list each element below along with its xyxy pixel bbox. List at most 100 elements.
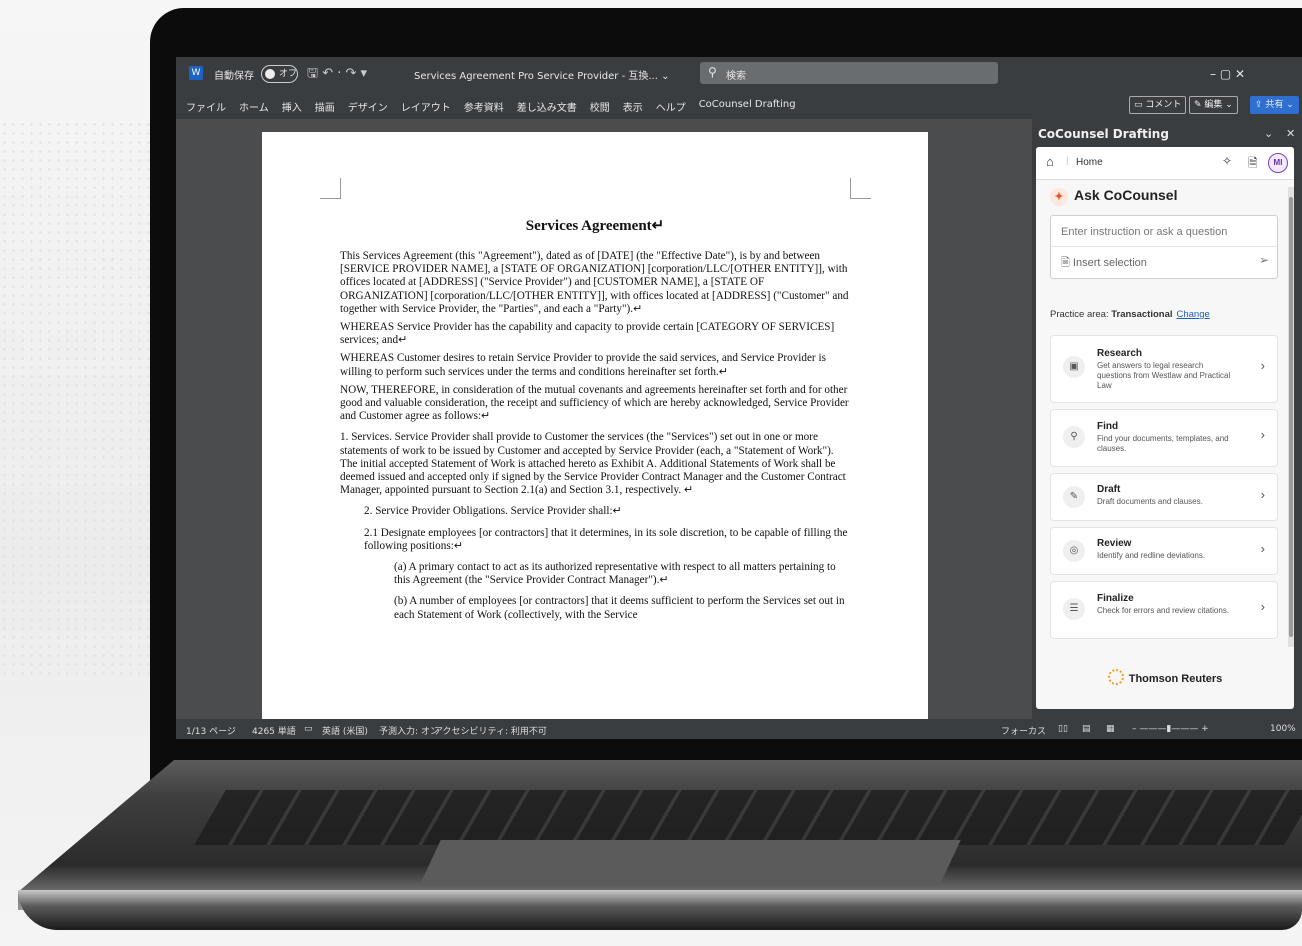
edit-label: 編集 ⌄ (1204, 100, 1233, 110)
search-box[interactable]: ⚲ 検索 (700, 62, 998, 84)
finalize-card[interactable]: ☰ Finalize Check for errors and review c… (1050, 581, 1278, 639)
scrollbar-thumb[interactable] (1289, 197, 1293, 637)
text-prediction[interactable]: 予測入力: オン (379, 724, 439, 737)
card-title: Finalize (1097, 593, 1134, 604)
card-title: Draft (1097, 484, 1121, 495)
paragraph: WHEREAS Customer desires to retain Servi… (340, 352, 826, 378)
ask-cocounsel-heading: ✦ Ask CoCounsel (1050, 187, 1177, 206)
clause-2-1-a: (a) A primary contact to act as its auth… (394, 561, 836, 587)
zoom-level[interactable]: 100% (1270, 724, 1296, 734)
tab-insert[interactable]: 挿入 (282, 99, 302, 114)
brand-name: Thomson Reuters (1128, 673, 1223, 685)
card-title: Research (1097, 348, 1143, 359)
tab-design[interactable]: デザイン (348, 99, 388, 114)
card-description: Identify and redline deviations. (1097, 551, 1206, 560)
change-practice-link[interactable]: Change (1177, 309, 1210, 320)
zoom-slider[interactable]: – ———▮——— + (1132, 724, 1209, 734)
laptop-rim (18, 890, 1302, 930)
clause-2-1: 2.1 Designate employees [or contractors]… (364, 526, 848, 552)
tab-help[interactable]: ヘルプ (656, 99, 686, 114)
cocounsel-pane: CoCounsel Drafting ⌄ ✕ ⌂ | Home ✧ 🗎 MI ✦… (1032, 119, 1302, 719)
chevron-right-icon: › (1260, 427, 1265, 442)
clause-1: 1. Services. Service Provider shall prov… (340, 431, 846, 497)
instruction-placeholder: Enter instruction or ask a question (1061, 226, 1228, 238)
card-description: Get answers to legal research questions … (1097, 361, 1231, 390)
tab-references[interactable]: 参考資料 (464, 99, 504, 114)
search-icon: ⚲ (1063, 426, 1085, 448)
tab-draw[interactable]: 描画 (315, 99, 335, 114)
edit-icon: ✎ (1063, 486, 1085, 508)
tab-home[interactable]: ホーム (239, 99, 269, 114)
pencil-icon: ✎ (1194, 100, 1205, 110)
window-controls[interactable]: – ▢ ✕ (1210, 67, 1245, 81)
tab-view[interactable]: 表示 (623, 99, 643, 114)
proofing-icon[interactable]: ▭ (304, 724, 313, 734)
web-layout-icon[interactable]: ▦ (1106, 724, 1115, 734)
checklist-icon: ☰ (1063, 598, 1085, 620)
print-layout-icon[interactable]: ▤ (1082, 724, 1091, 734)
chevron-down-icon[interactable]: ⌄ (1264, 127, 1273, 140)
search-placeholder: 検索 (726, 71, 746, 82)
insert-selection-button[interactable]: 🗎 Insert selection (1061, 254, 1147, 273)
quick-access-toolbar[interactable]: 🖫 ↶ · ↷ ▾ (307, 64, 367, 86)
document-page[interactable]: Services Agreement↵ This Services Agreem… (262, 132, 928, 732)
comment-button[interactable]: ▭ コメント (1129, 96, 1187, 114)
document-icon[interactable]: 🗎 (1248, 154, 1258, 175)
tab-file[interactable]: ファイル (186, 99, 226, 114)
language-indicator[interactable]: 英語 (米国) (322, 724, 368, 737)
laptop-screen: W 自動保存 オフ 🖫 ↶ · ↷ ▾ Services Agreement P… (176, 57, 1302, 739)
document-body: This Services Agreement (this "Agreement… (340, 250, 852, 627)
sparkle-icon[interactable]: ✧ (1222, 154, 1232, 168)
home-link[interactable]: Home (1076, 157, 1103, 168)
pane-body: ⌂ | Home ✧ 🗎 MI ✦ Ask CoCounsel Enter ins… (1036, 147, 1294, 709)
research-card[interactable]: ▣ Research Get answers to legal research… (1050, 335, 1278, 403)
card-description: Check for errors and review citations. (1097, 606, 1230, 615)
pane-scrollbar[interactable] (1288, 187, 1294, 647)
tab-layout[interactable]: レイアウト (401, 99, 451, 114)
avatar[interactable]: MI (1268, 153, 1288, 173)
margin-mark (320, 178, 341, 199)
share-label: 共有 ⌄ (1265, 100, 1294, 110)
autosave-label: 自動保存 (214, 71, 254, 82)
thomson-reuters-icon (1107, 669, 1124, 685)
edit-button[interactable]: ✎ 編集 ⌄ (1189, 96, 1238, 114)
practice-area: Practice area: Transactional Change (1050, 309, 1210, 320)
word-count[interactable]: 4265 単語 (252, 724, 296, 737)
tab-mailings[interactable]: 差し込み文書 (517, 99, 577, 114)
instruction-input[interactable]: Enter instruction or ask a question 🗎 In… (1050, 215, 1278, 279)
read-mode-icon[interactable]: ▯▯ (1058, 724, 1068, 734)
paragraph: WHEREAS Service Provider has the capabil… (340, 321, 835, 347)
comment-icon: ▭ (1134, 100, 1146, 110)
home-icon[interactable]: ⌂ (1046, 154, 1054, 169)
review-card[interactable]: ◎ Review Identify and redline deviations… (1050, 527, 1278, 575)
find-card[interactable]: ⚲ Find Find your documents, templates, a… (1050, 409, 1278, 467)
card-description: Draft documents and clauses. (1097, 497, 1203, 506)
focus-mode[interactable]: フォーカス (1001, 724, 1046, 737)
search-icon: ⚲ (708, 65, 717, 79)
send-icon[interactable]: ➢ (1259, 253, 1269, 267)
share-icon: ⇪ (1255, 100, 1266, 110)
ribbon: ファイル ホーム 挿入 描画 デザイン レイアウト 参考資料 差し込み文書 校閲… (176, 91, 1302, 119)
share-button[interactable]: ⇪ 共有 ⌄ (1250, 96, 1299, 114)
word-app-icon: W (189, 66, 203, 80)
ask-title: Ask CoCounsel (1074, 187, 1178, 203)
document-title[interactable]: Services Agreement Pro Service Provider … (414, 67, 669, 82)
divider (1051, 246, 1277, 247)
pane-title: CoCounsel Drafting (1038, 127, 1169, 141)
draft-card[interactable]: ✎ Draft Draft documents and clauses. › (1050, 473, 1278, 521)
card-title: Find (1097, 421, 1119, 432)
margin-mark (850, 178, 871, 199)
cocounsel-icon: ✦ (1050, 188, 1068, 206)
autosave-toggle[interactable]: オフ (261, 65, 298, 83)
tab-cocounsel-drafting[interactable]: CoCounsel Drafting (699, 99, 796, 114)
divider: | (1066, 155, 1069, 166)
tab-review[interactable]: 校閲 (590, 99, 610, 114)
chevron-right-icon: › (1260, 541, 1265, 556)
insert-selection-label: Insert selection (1072, 257, 1147, 269)
laptop-trackpad (419, 840, 961, 886)
page-indicator[interactable]: 1/13 ページ (186, 724, 236, 737)
close-icon[interactable]: ✕ (1286, 127, 1295, 140)
research-icon: ▣ (1063, 356, 1085, 378)
chevron-right-icon: › (1260, 599, 1265, 614)
accessibility-status[interactable]: アクセシビリティ: 利用不可 (434, 724, 547, 737)
